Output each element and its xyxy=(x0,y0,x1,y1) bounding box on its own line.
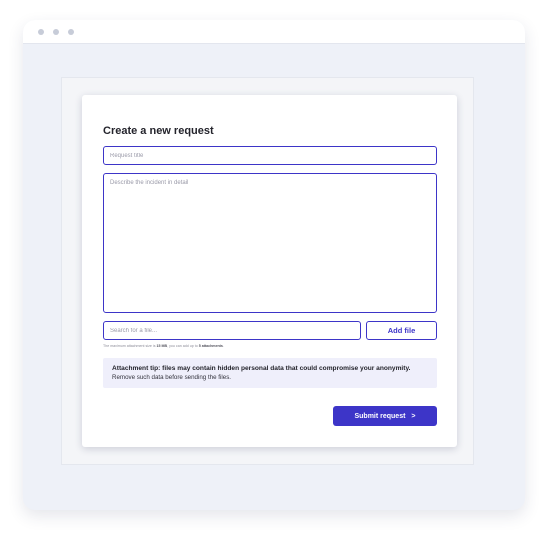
browser-window: Create a new request Add file The maximu… xyxy=(23,20,525,510)
browser-titlebar xyxy=(23,20,525,44)
request-form-card: Create a new request Add file The maximu… xyxy=(82,95,457,447)
form-title: Create a new request xyxy=(103,125,214,137)
attachment-tip-detail: Remove such data before sending the file… xyxy=(112,374,232,381)
attachment-note-middle: , you can add up to xyxy=(167,344,199,348)
window-dot-icon xyxy=(38,29,44,35)
incident-description-textarea[interactable] xyxy=(103,173,437,313)
window-dot-icon xyxy=(68,29,74,35)
window-dot-icon xyxy=(53,29,59,35)
chevron-right-icon: > xyxy=(411,412,416,420)
attachment-max-count: 5 attachments xyxy=(198,344,223,348)
add-file-button[interactable]: Add file xyxy=(366,321,437,340)
file-search-input[interactable] xyxy=(103,321,361,340)
submit-request-label: Submit request xyxy=(354,412,406,420)
request-title-input[interactable] xyxy=(103,146,437,165)
submit-request-button[interactable]: Submit request > xyxy=(333,406,437,426)
attachment-note-prefix: The maximum attachment size is xyxy=(103,344,157,348)
attachment-max-size: 15 MB xyxy=(156,344,168,348)
attachment-tip-headline: Attachment tip: files may contain hidden… xyxy=(112,365,411,372)
attachment-tip-box: Attachment tip: files may contain hidden… xyxy=(103,358,437,388)
attachment-note-suffix: . xyxy=(222,344,224,348)
attachment-limit-note: The maximum attachment size is 15 MB, yo… xyxy=(103,344,224,348)
